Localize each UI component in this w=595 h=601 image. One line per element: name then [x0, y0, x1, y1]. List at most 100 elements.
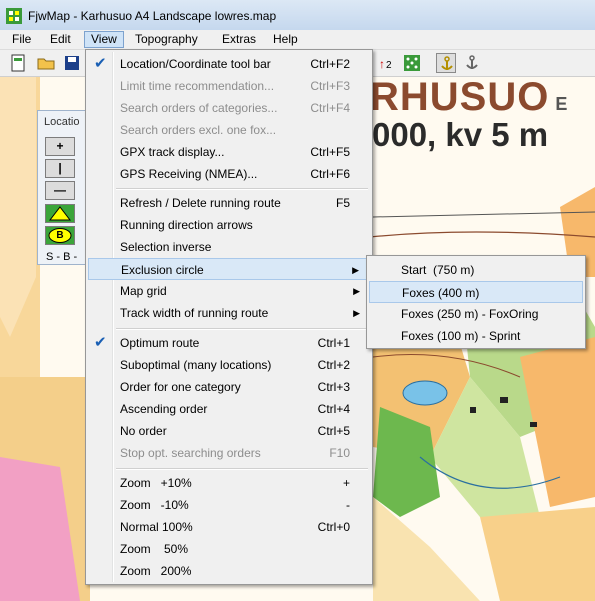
save-icon[interactable]	[62, 53, 82, 73]
menu-item-shortcut: Ctrl+0	[317, 520, 350, 534]
location-palette[interactable]: Locatio + | — B S - B -	[37, 110, 87, 265]
menu-item-label: Ascending order	[120, 402, 208, 416]
menu-item-location-toolbar[interactable]: ✔ Location/Coordinate tool bar Ctrl+F2	[88, 53, 370, 75]
palette-plus-button[interactable]: +	[45, 137, 75, 156]
new-file-icon[interactable]	[8, 53, 28, 73]
menu-item-label: Suboptimal (many locations)	[120, 358, 272, 372]
menu-item-exclusion-circle[interactable]: Exclusion circle ▶	[88, 258, 370, 280]
menu-item-zoom-normal[interactable]: Normal 100% Ctrl+0	[88, 516, 370, 538]
menu-bar: File Edit View Topography Extras Help	[0, 30, 595, 50]
menu-item-zoom-minus[interactable]: Zoom -10% -	[88, 494, 370, 516]
menu-item-shortcut: Ctrl+F2	[310, 57, 350, 71]
menu-edit[interactable]: Edit	[44, 32, 77, 47]
submenu-item-label: Foxes (400 m)	[402, 286, 480, 300]
menu-item-refresh-route[interactable]: Refresh / Delete running route F5	[88, 192, 370, 214]
menu-item-label: Stop opt. searching orders	[120, 446, 261, 460]
menu-item-shortcut: Ctrl+F5	[310, 145, 350, 159]
menu-item-shortcut: Ctrl+F6	[310, 167, 350, 181]
menu-item-ascending-order[interactable]: Ascending order Ctrl+4	[88, 398, 370, 420]
submenu-item-label: Foxes (250 m) - FoxOring	[401, 307, 539, 321]
menu-item-track-width[interactable]: Track width of running route ▶	[88, 302, 370, 324]
submenu-arrow-icon: ▶	[352, 265, 359, 275]
menu-item-search-orders-categories[interactable]: Search orders of categories... Ctrl+F4	[88, 97, 370, 119]
menu-help[interactable]: Help	[267, 32, 304, 47]
submenu-item-label: Foxes (100 m) - Sprint	[401, 329, 521, 343]
submenu-item-foxes-250[interactable]: Foxes (250 m) - FoxOring	[369, 303, 583, 325]
menu-item-shortcut: Ctrl+3	[317, 380, 350, 394]
menu-item-shortcut: Ctrl+5	[317, 424, 350, 438]
menu-item-label: No order	[120, 424, 167, 438]
menu-extras[interactable]: Extras	[216, 32, 262, 47]
submenu-arrow-icon: ▶	[353, 308, 360, 318]
menu-item-label: Search orders excl. one fox...	[120, 123, 277, 137]
submenu-item-start[interactable]: Start (750 m)	[369, 259, 583, 281]
menu-item-shortcut: Ctrl+2	[317, 358, 350, 372]
menu-item-zoom-plus[interactable]: Zoom +10% +	[88, 472, 370, 494]
menu-item-search-orders-excl-fox[interactable]: Search orders excl. one fox...	[88, 119, 370, 141]
view-menu-dropdown: ✔ Location/Coordinate tool bar Ctrl+F2 L…	[85, 49, 373, 585]
menu-item-shortcut: Ctrl+1	[317, 336, 350, 350]
menu-item-order-one-category[interactable]: Order for one category Ctrl+3	[88, 376, 370, 398]
triangle-icon[interactable]	[45, 204, 75, 223]
open-folder-icon[interactable]	[36, 53, 56, 73]
menu-item-suboptimal[interactable]: Suboptimal (many locations) Ctrl+2	[88, 354, 370, 376]
menu-item-label: Refresh / Delete running route	[120, 196, 281, 210]
menu-separator	[116, 188, 368, 190]
submenu-item-foxes-400[interactable]: Foxes (400 m)	[369, 281, 583, 303]
check-icon: ✔	[94, 55, 107, 72]
menu-item-shortcut: -	[346, 498, 350, 512]
menu-item-gpx-track[interactable]: GPX track display... Ctrl+F5	[88, 141, 370, 163]
menu-item-label: Limit time recommendation...	[120, 79, 275, 93]
grid-dots-icon[interactable]	[402, 53, 422, 73]
menu-item-shortcut: F10	[329, 446, 350, 460]
menu-item-label: Running direction arrows	[120, 218, 253, 232]
menu-separator	[116, 468, 368, 470]
menu-item-label: Zoom 50%	[120, 542, 189, 556]
menu-item-optimum-route[interactable]: ✔ Optimum route Ctrl+1	[88, 332, 370, 354]
sort-icon[interactable]: ↑ 2	[376, 53, 396, 73]
palette-vertical-button[interactable]: |	[45, 159, 75, 178]
menu-view[interactable]: View	[84, 31, 124, 48]
menu-item-selection-inverse[interactable]: Selection inverse	[88, 236, 370, 258]
menu-separator	[116, 328, 368, 330]
menu-item-zoom-50[interactable]: Zoom 50%	[88, 538, 370, 560]
menu-item-shortcut: +	[342, 476, 350, 490]
anchor-yellow-icon[interactable]	[436, 53, 456, 73]
palette-horizontal-button[interactable]: —	[45, 181, 75, 200]
svg-text:2: 2	[386, 60, 392, 71]
menu-item-limit-time[interactable]: Limit time recommendation... Ctrl+F3	[88, 75, 370, 97]
map-title-text: RHUSUO	[370, 77, 550, 119]
menu-item-shortcut: Ctrl+F3	[310, 79, 350, 93]
menu-item-shortcut: F5	[335, 196, 350, 210]
menu-item-stop-searching[interactable]: Stop opt. searching orders F10	[88, 442, 370, 464]
menu-item-shortcut: Ctrl+4	[317, 402, 350, 416]
app-icon	[6, 8, 22, 24]
menu-item-label: Selection inverse	[120, 240, 212, 254]
menu-item-label: Optimum route	[120, 336, 200, 350]
menu-item-label: GPX track display...	[120, 145, 225, 159]
exclusion-circle-submenu: Start (750 m) Foxes (400 m) Foxes (250 m…	[366, 255, 586, 349]
menu-item-label: Zoom 200%	[120, 564, 192, 578]
menu-item-label: Order for one category	[120, 380, 241, 394]
menu-item-no-order[interactable]: No order Ctrl+5	[88, 420, 370, 442]
submenu-arrow-icon: ▶	[353, 286, 360, 296]
menu-item-map-grid[interactable]: Map grid ▶	[88, 280, 370, 302]
menu-item-label: Normal 100%	[120, 520, 193, 534]
circle-b-label: B	[56, 230, 64, 241]
menu-item-label: Zoom +10%	[120, 476, 192, 490]
menu-item-zoom-200[interactable]: Zoom 200%	[88, 560, 370, 582]
menu-file[interactable]: File	[6, 32, 37, 47]
menu-item-label: Location/Coordinate tool bar	[120, 57, 271, 71]
menu-item-shortcut: Ctrl+F4	[310, 101, 350, 115]
menu-item-gps-receiving[interactable]: GPS Receiving (NMEA)... Ctrl+F6	[88, 163, 370, 185]
menu-topography[interactable]: Topography	[129, 32, 204, 47]
title-bar: FjwMap - Karhusuo A4 Landscape lowres.ma…	[0, 0, 595, 31]
submenu-item-foxes-100[interactable]: Foxes (100 m) - Sprint	[369, 325, 583, 347]
menu-item-label: Map grid	[120, 284, 167, 298]
map-title-line2: 000, kv 5 m	[372, 116, 549, 153]
anchor-gray-icon[interactable]	[462, 53, 482, 73]
circle-b-icon[interactable]: B	[45, 226, 75, 245]
check-icon: ✔	[94, 334, 107, 351]
menu-item-label: GPS Receiving (NMEA)...	[120, 167, 258, 181]
menu-item-running-arrows[interactable]: Running direction arrows	[88, 214, 370, 236]
